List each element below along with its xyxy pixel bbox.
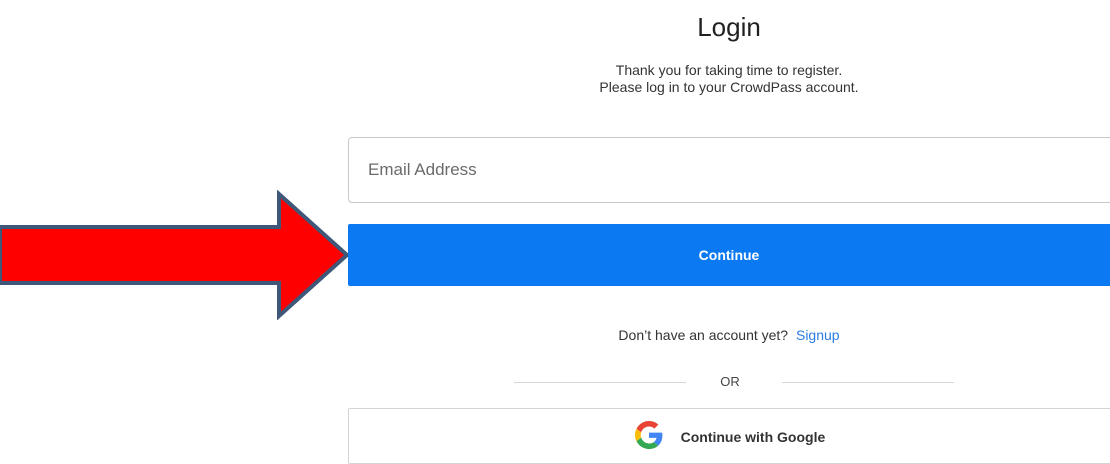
page-title: Login [697,12,761,42]
signup-link[interactable]: Signup [796,327,840,343]
or-divider-left [514,382,686,383]
google-button-label: Continue with Google [680,429,826,445]
page-subtitle: Thank you for taking time to register. P… [348,62,1110,96]
continue-button[interactable]: Continue [348,224,1110,286]
google-g-icon [634,421,663,449]
google-button-content: Continue with Google [349,421,1110,451]
or-divider-right [782,382,954,383]
subtitle-line-1: Thank you for taking time to register. [615,62,843,78]
continue-with-google-button[interactable]: Continue with Google [348,408,1110,464]
email-input[interactable] [348,137,1110,203]
signup-prompt: Don’t have an account yet? Signup [348,326,1110,344]
red-arrow-annotation-icon [0,190,350,320]
no-account-text: Don’t have an account yet? [618,327,789,343]
subtitle-line-2: Please log in to your CrowdPass account. [599,79,859,95]
or-divider-text: OR [720,374,740,389]
